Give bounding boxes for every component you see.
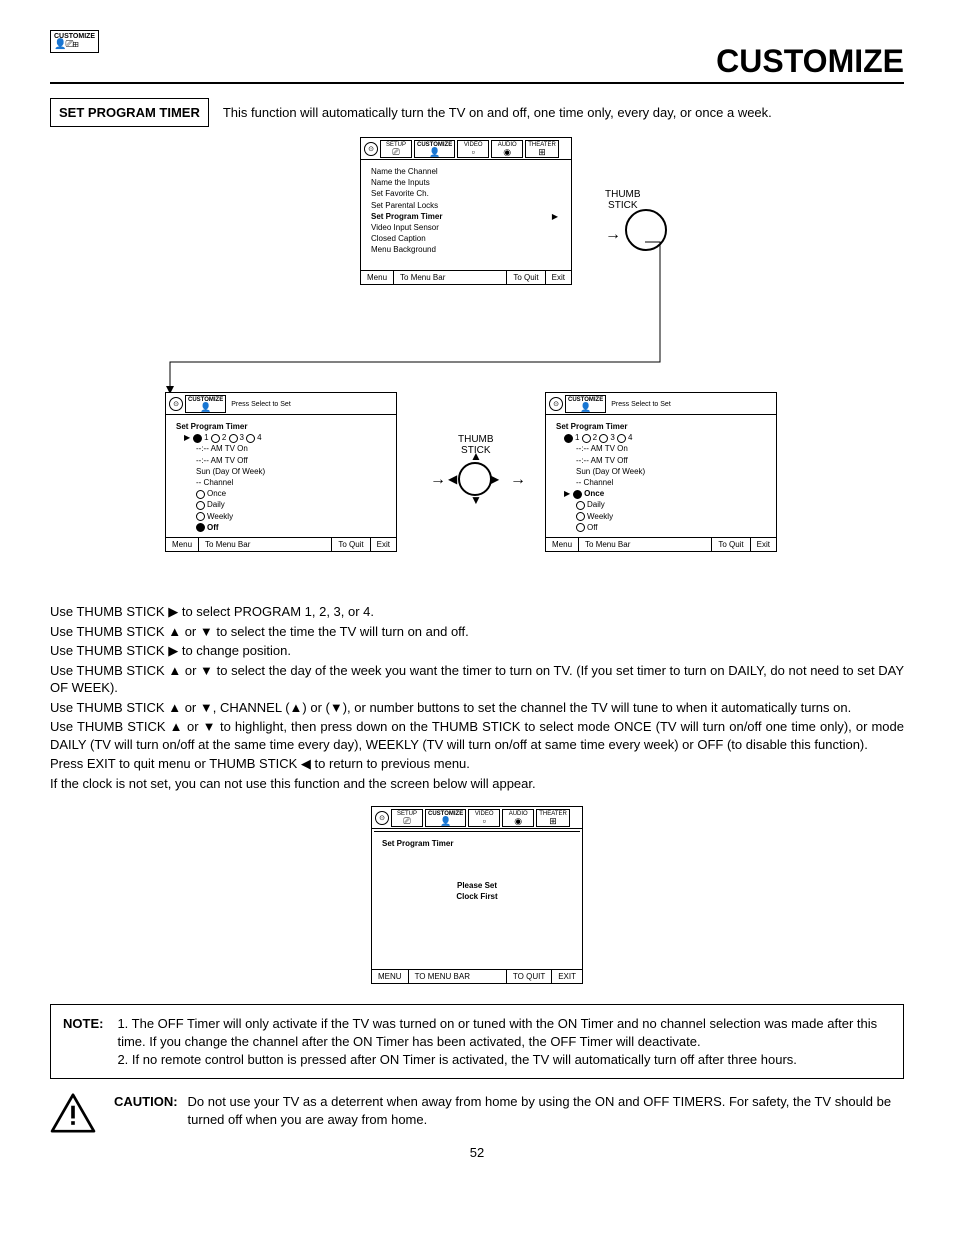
clock-title: Set Program Timer [382,839,453,848]
customize-badge: CUSTOMIZE 👤⎚⊞ [50,30,99,53]
menu-item: Name the Inputs [371,177,561,188]
instruction-line: Use THUMB STICK ▲ or ▼, CHANNEL (▲) or (… [50,699,904,717]
footer-toquit: To Quit [331,538,369,551]
osd-timer-right: ⊙ CUSTOMIZE👤 Press Select to Set Set Pro… [545,392,777,552]
knob-icon: ⊙ [169,397,183,411]
section-header: SET PROGRAM TIMER This function will aut… [50,98,904,127]
footer-tomb: TO MENU BAR [408,970,506,983]
menu-item: Video Input Sensor [371,222,561,233]
knob-icon: ⊙ [375,811,389,825]
osd-tabbar: ⊙ CUSTOMIZE👤 Press Select to Set [546,393,776,415]
footer-exit: Exit [370,538,396,551]
note-box: NOTE: 1. The OFF Timer will only activat… [50,1004,904,1079]
osd-footer: Menu To Menu Bar To Quit Exit [546,537,776,551]
badge-icons: 👤⎚⊞ [54,40,95,50]
arrow-right-2b: → [510,472,526,488]
note-item-1: 1. The OFF Timer will only activate if t… [117,1015,891,1050]
footer-exit: EXIT [551,970,582,983]
clock-msg1: Please Set [382,880,572,891]
tab-customize: CUSTOMIZE👤 [414,140,455,158]
instruction-line: Press EXIT to quit menu or THUMB STICK ◀… [50,755,904,773]
thumbstick-label-1: THUMBSTICK [605,189,641,211]
knob-icon: ⊙ [364,142,378,156]
tab-video: VIDEO▫ [457,140,489,158]
footer-menu: Menu [166,538,198,551]
page-number: 52 [50,1145,904,1160]
osd-body: Set Program Timer Please Set Clock First [372,829,582,969]
osd-body: Set Program Timer▶1 2 3 4 --:-- AM TV On… [166,415,396,537]
instruction-line: Use THUMB STICK ▶ to change position. [50,642,904,660]
menu-item: Set Parental Locks [371,200,561,211]
connector-line-1 [170,242,640,392]
tab-video: VIDEO▫ [468,809,500,827]
osd-tabbar: ⊙ CUSTOMIZE👤 Press Select to Set [166,393,396,415]
menu-item: Name the Channel [371,166,561,177]
instruction-line: Use THUMB STICK ▲ or ▼ to highlight, the… [50,718,904,753]
osd-footer: MENU TO MENU BAR TO QUIT EXIT [372,969,582,983]
osd-tabbar: ⊙ SETUP⎚ CUSTOMIZE👤 VIDEO▫ AUDIO◉ THEATE… [361,138,571,160]
tab-setup: SETUP⎚ [391,809,423,827]
tab-customize: CUSTOMIZE👤 [185,395,226,413]
instruction-line: Use THUMB STICK ▲ or ▼ to select the tim… [50,623,904,641]
thumbstick-icon-2: ▲ ▼ ◀ ▶ [458,462,492,496]
osd-body: Set Program Timer1 2 3 4 --:-- AM TV On-… [546,415,776,537]
tab-audio: AUDIO◉ [491,140,523,158]
instruction-line: If the clock is not set, you can not use… [50,775,904,793]
instruction-line: Use THUMB STICK ▶ to select PROGRAM 1, 2… [50,603,904,621]
osd-timer-left: ⊙ CUSTOMIZE👤 Press Select to Set Set Pro… [165,392,397,552]
tab-customize: CUSTOMIZE👤 [425,809,466,827]
menu-item: Set Favorite Ch. [371,188,561,199]
footer-exit: Exit [750,538,776,551]
instructions: Use THUMB STICK ▶ to select PROGRAM 1, 2… [50,603,904,792]
footer-tomb: To Menu Bar [198,538,331,551]
osd-tabbar: ⊙ SETUP⎚ CUSTOMIZE👤 VIDEO▫ AUDIO◉ THEATE… [372,807,582,829]
caution-text: Do not use your TV as a deterrent when a… [188,1093,904,1128]
footer-toquit: To Quit [711,538,749,551]
clock-msg2: Clock First [382,891,572,902]
knob-icon: ⊙ [549,397,563,411]
tab-setup: SETUP⎚ [380,140,412,158]
press-select: Press Select to Set [228,401,291,408]
caution-label: CAUTION: [114,1093,178,1128]
menu-item: Set Program Timer ▶ [371,211,561,222]
note-item-2: 2. If no remote control button is presse… [117,1051,891,1069]
arrow-right-1: → [605,227,621,243]
footer-tomb: To Menu Bar [578,538,711,551]
tab-theater: THEATER⊞ [536,809,570,827]
osd-footer: Menu To Menu Bar To Quit Exit [166,537,396,551]
tab-theater: THEATER⊞ [525,140,559,158]
caution-row: CAUTION: Do not use your TV as a deterre… [50,1093,904,1133]
footer-menu: Menu [546,538,578,551]
tab-customize: CUSTOMIZE👤 [565,395,606,413]
arrow-right-2a: → [430,472,446,488]
note-label: NOTE: [63,1015,103,1068]
section-title: SET PROGRAM TIMER [50,98,209,127]
instruction-line: Use THUMB STICK ▲ or ▼ to select the day… [50,662,904,697]
section-description: This function will automatically turn th… [223,105,772,120]
footer-menu: MENU [372,970,408,983]
osd-clock-warning: ⊙ SETUP⎚ CUSTOMIZE👤 VIDEO▫ AUDIO◉ THEATE… [371,806,583,984]
diagrams: ⊙ SETUP⎚ CUSTOMIZE👤 VIDEO▫ AUDIO◉ THEATE… [50,137,904,597]
page-title: CUSTOMIZE [50,43,904,84]
press-select: Press Select to Set [608,401,671,408]
warning-icon [50,1093,96,1133]
tab-audio: AUDIO◉ [502,809,534,827]
footer-toquit: TO QUIT [506,970,551,983]
